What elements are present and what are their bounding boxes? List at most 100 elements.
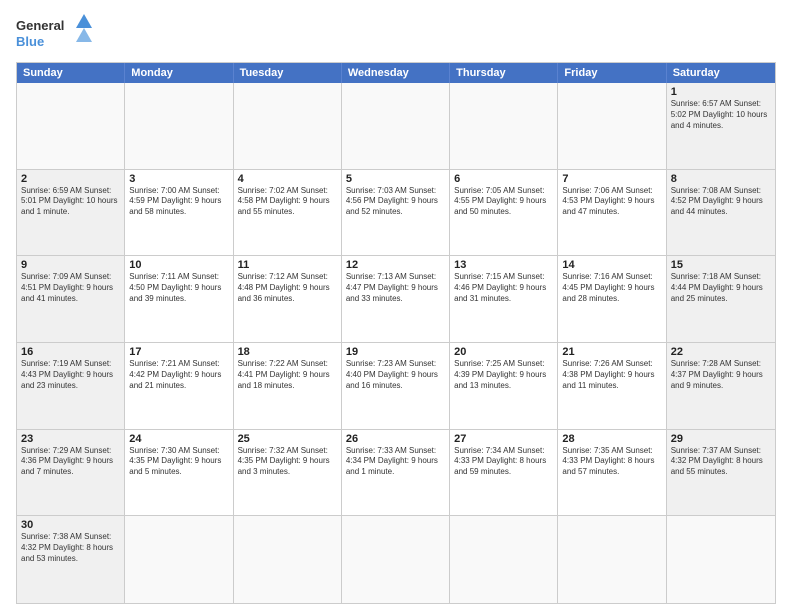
header: General Blue [16,12,776,56]
day-number: 5 [346,173,445,185]
day-number: 16 [21,346,120,358]
calendar-cell-15: 15Sunrise: 7:18 AM Sunset: 4:44 PM Dayli… [667,256,775,343]
calendar-cell-14: 14Sunrise: 7:16 AM Sunset: 4:45 PM Dayli… [558,256,666,343]
day-info: Sunrise: 7:08 AM Sunset: 4:52 PM Dayligh… [671,186,771,218]
calendar-cell-2: 2Sunrise: 6:59 AM Sunset: 5:01 PM Daylig… [17,170,125,257]
day-number: 20 [454,346,553,358]
calendar-cell-23: 23Sunrise: 7:29 AM Sunset: 4:36 PM Dayli… [17,430,125,517]
calendar-cell-empty [342,83,450,170]
day-header-saturday: Saturday [667,63,775,83]
day-info: Sunrise: 7:16 AM Sunset: 4:45 PM Dayligh… [562,272,661,304]
svg-text:Blue: Blue [16,34,44,49]
day-info: Sunrise: 7:13 AM Sunset: 4:47 PM Dayligh… [346,272,445,304]
day-info: Sunrise: 7:30 AM Sunset: 4:35 PM Dayligh… [129,446,228,478]
day-header-monday: Monday [125,63,233,83]
day-number: 18 [238,346,337,358]
calendar-cell-24: 24Sunrise: 7:30 AM Sunset: 4:35 PM Dayli… [125,430,233,517]
day-header-tuesday: Tuesday [234,63,342,83]
day-info: Sunrise: 7:22 AM Sunset: 4:41 PM Dayligh… [238,359,337,391]
day-info: Sunrise: 7:21 AM Sunset: 4:42 PM Dayligh… [129,359,228,391]
day-number: 3 [129,173,228,185]
calendar-cell-empty [234,83,342,170]
calendar-cell-21: 21Sunrise: 7:26 AM Sunset: 4:38 PM Dayli… [558,343,666,430]
day-number: 6 [454,173,553,185]
calendar-cell-3: 3Sunrise: 7:00 AM Sunset: 4:59 PM Daylig… [125,170,233,257]
calendar-cell-empty [342,516,450,603]
calendar-cell-16: 16Sunrise: 7:19 AM Sunset: 4:43 PM Dayli… [17,343,125,430]
day-number: 28 [562,433,661,445]
day-number: 2 [21,173,120,185]
calendar-cell-4: 4Sunrise: 7:02 AM Sunset: 4:58 PM Daylig… [234,170,342,257]
calendar-cell-5: 5Sunrise: 7:03 AM Sunset: 4:56 PM Daylig… [342,170,450,257]
day-info: Sunrise: 7:18 AM Sunset: 4:44 PM Dayligh… [671,272,771,304]
day-number: 21 [562,346,661,358]
day-number: 15 [671,259,771,271]
day-number: 19 [346,346,445,358]
day-header-wednesday: Wednesday [342,63,450,83]
calendar-cell-13: 13Sunrise: 7:15 AM Sunset: 4:46 PM Dayli… [450,256,558,343]
day-number: 29 [671,433,771,445]
day-info: Sunrise: 7:03 AM Sunset: 4:56 PM Dayligh… [346,186,445,218]
day-number: 10 [129,259,228,271]
day-info: Sunrise: 7:09 AM Sunset: 4:51 PM Dayligh… [21,272,120,304]
day-info: Sunrise: 7:02 AM Sunset: 4:58 PM Dayligh… [238,186,337,218]
day-number: 22 [671,346,771,358]
calendar-cell-9: 9Sunrise: 7:09 AM Sunset: 4:51 PM Daylig… [17,256,125,343]
day-info: Sunrise: 7:19 AM Sunset: 4:43 PM Dayligh… [21,359,120,391]
calendar-cell-empty [125,83,233,170]
calendar-cell-28: 28Sunrise: 7:35 AM Sunset: 4:33 PM Dayli… [558,430,666,517]
calendar-cell-8: 8Sunrise: 7:08 AM Sunset: 4:52 PM Daylig… [667,170,775,257]
day-info: Sunrise: 7:12 AM Sunset: 4:48 PM Dayligh… [238,272,337,304]
calendar-cell-empty [17,83,125,170]
calendar-cell-22: 22Sunrise: 7:28 AM Sunset: 4:37 PM Dayli… [667,343,775,430]
day-number: 24 [129,433,228,445]
day-number: 14 [562,259,661,271]
day-number: 26 [346,433,445,445]
day-number: 11 [238,259,337,271]
day-info: Sunrise: 6:57 AM Sunset: 5:02 PM Dayligh… [671,99,771,131]
day-number: 30 [21,519,120,531]
day-info: Sunrise: 7:32 AM Sunset: 4:35 PM Dayligh… [238,446,337,478]
day-info: Sunrise: 7:37 AM Sunset: 4:32 PM Dayligh… [671,446,771,478]
calendar-cell-30: 30Sunrise: 7:38 AM Sunset: 4:32 PM Dayli… [17,516,125,603]
day-info: Sunrise: 7:34 AM Sunset: 4:33 PM Dayligh… [454,446,553,478]
day-number: 25 [238,433,337,445]
calendar-grid: 1Sunrise: 6:57 AM Sunset: 5:02 PM Daylig… [17,83,775,603]
svg-text:General: General [16,18,64,33]
page: General Blue SundayMondayTuesdayWednesda… [0,0,792,612]
calendar-cell-12: 12Sunrise: 7:13 AM Sunset: 4:47 PM Dayli… [342,256,450,343]
day-header-friday: Friday [558,63,666,83]
calendar-cell-empty [667,516,775,603]
calendar-cell-18: 18Sunrise: 7:22 AM Sunset: 4:41 PM Dayli… [234,343,342,430]
calendar-cell-empty [450,516,558,603]
day-number: 12 [346,259,445,271]
calendar-cell-11: 11Sunrise: 7:12 AM Sunset: 4:48 PM Dayli… [234,256,342,343]
day-number: 23 [21,433,120,445]
logo-svg: General Blue [16,12,96,56]
day-number: 7 [562,173,661,185]
day-info: Sunrise: 7:28 AM Sunset: 4:37 PM Dayligh… [671,359,771,391]
day-number: 13 [454,259,553,271]
calendar-cell-empty [558,516,666,603]
day-header-thursday: Thursday [450,63,558,83]
calendar: SundayMondayTuesdayWednesdayThursdayFrid… [16,62,776,604]
day-info: Sunrise: 7:00 AM Sunset: 4:59 PM Dayligh… [129,186,228,218]
day-info: Sunrise: 7:15 AM Sunset: 4:46 PM Dayligh… [454,272,553,304]
calendar-cell-empty [558,83,666,170]
day-info: Sunrise: 7:38 AM Sunset: 4:32 PM Dayligh… [21,532,120,564]
calendar-cell-7: 7Sunrise: 7:06 AM Sunset: 4:53 PM Daylig… [558,170,666,257]
day-number: 8 [671,173,771,185]
day-number: 1 [671,86,771,98]
calendar-cell-20: 20Sunrise: 7:25 AM Sunset: 4:39 PM Dayli… [450,343,558,430]
day-number: 27 [454,433,553,445]
day-info: Sunrise: 7:25 AM Sunset: 4:39 PM Dayligh… [454,359,553,391]
calendar-cell-1: 1Sunrise: 6:57 AM Sunset: 5:02 PM Daylig… [667,83,775,170]
calendar-cell-empty [125,516,233,603]
day-headers: SundayMondayTuesdayWednesdayThursdayFrid… [17,63,775,83]
calendar-cell-empty [234,516,342,603]
calendar-cell-19: 19Sunrise: 7:23 AM Sunset: 4:40 PM Dayli… [342,343,450,430]
day-header-sunday: Sunday [17,63,125,83]
day-info: Sunrise: 7:33 AM Sunset: 4:34 PM Dayligh… [346,446,445,478]
day-info: Sunrise: 7:29 AM Sunset: 4:36 PM Dayligh… [21,446,120,478]
calendar-cell-29: 29Sunrise: 7:37 AM Sunset: 4:32 PM Dayli… [667,430,775,517]
